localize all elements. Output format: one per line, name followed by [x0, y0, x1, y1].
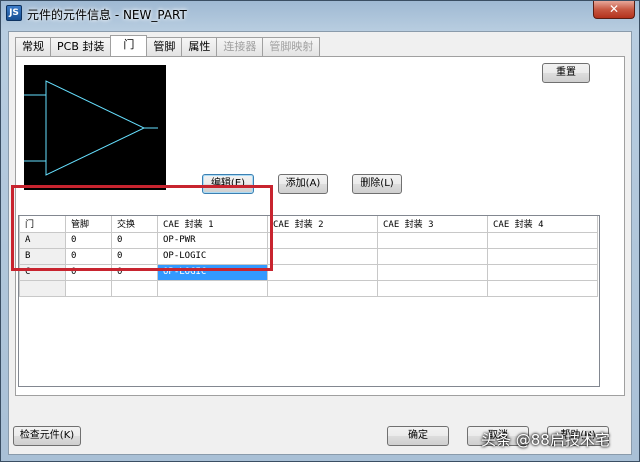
grid-header-row: 门 管脚 交换 CAE 封装 1 CAE 封装 2 CAE 封装 3 CAE 封…	[19, 216, 598, 233]
cae-decal-4-cell[interactable]	[487, 247, 598, 265]
cae-decal-1-cell[interactable]: OP-LOGIC	[157, 247, 268, 265]
cae-decal-2-cell[interactable]	[267, 247, 378, 265]
dialog-client: 常规 PCB 封装 门 管脚 属性 连接器 管脚映射 重置 编辑(E) 添加(A…	[8, 31, 632, 455]
swap-cell[interactable]: 0	[111, 263, 158, 281]
cae-decal-3-cell[interactable]	[377, 247, 488, 265]
gate-cell[interactable]: C	[19, 263, 66, 281]
add-button[interactable]: 添加(A)	[278, 174, 328, 194]
gate-cell[interactable]: A	[19, 231, 66, 249]
ok-button[interactable]: 确定	[387, 426, 449, 446]
dialog-window: JS 元件的元件信息 - NEW_PART ✕ 常规 PCB 封装 门 管脚 属…	[0, 0, 640, 462]
tab-pin-mapping: 管脚映射	[262, 37, 321, 56]
delete-button[interactable]: 删除(L)	[352, 174, 402, 194]
cae-decal-4-cell[interactable]	[487, 231, 598, 249]
cae-decal-3-cell[interactable]	[377, 263, 488, 281]
pins-cell[interactable]: 0	[65, 231, 112, 249]
edit-button[interactable]: 编辑(E)	[202, 174, 254, 194]
cae-decal-4-cell[interactable]	[487, 263, 598, 281]
table-row[interactable]: A 0 0 OP-PWR	[19, 231, 598, 249]
pins-cell[interactable]: 0	[65, 263, 112, 281]
app-icon: JS	[6, 5, 22, 21]
table-row[interactable]: B 0 0 OP-LOGIC	[19, 247, 598, 265]
empty-row	[19, 279, 598, 297]
reset-button[interactable]: 重置	[542, 63, 590, 83]
cae-decal-1-cell-selected[interactable]: OP-LOGIC	[157, 263, 268, 281]
tab-strip: 常规 PCB 封装 门 管脚 属性 连接器 管脚映射	[15, 35, 321, 57]
tab-general[interactable]: 常规	[15, 37, 51, 56]
watermark: 头条 @88启技术宅	[481, 431, 610, 449]
gates-panel: 重置 编辑(E) 添加(A) 删除(L) 门 管脚 交换 CAE 封装 1 CA…	[15, 56, 625, 396]
gates-grid: 门 管脚 交换 CAE 封装 1 CAE 封装 2 CAE 封装 3 CAE 封…	[18, 215, 600, 387]
swap-cell[interactable]: 0	[111, 231, 158, 249]
column-header[interactable]: 交换	[111, 216, 158, 233]
column-header[interactable]: 管脚	[65, 216, 112, 233]
tab-pins[interactable]: 管脚	[146, 37, 183, 56]
column-header[interactable]: CAE 封装 4	[487, 216, 598, 233]
opamp-symbol-icon	[24, 80, 158, 176]
cae-decal-3-cell[interactable]	[377, 231, 488, 249]
pins-cell[interactable]: 0	[65, 247, 112, 265]
window-title: 元件的元件信息 - NEW_PART	[27, 8, 187, 22]
tab-attributes[interactable]: 属性	[181, 37, 218, 56]
tab-gates[interactable]: 门	[110, 35, 148, 56]
column-header[interactable]: CAE 封装 2	[267, 216, 378, 233]
gate-preview	[24, 65, 166, 190]
gate-cell[interactable]: B	[19, 247, 66, 265]
tab-pcb-footprint[interactable]: PCB 封装	[50, 37, 112, 56]
title-bar[interactable]: JS 元件的元件信息 - NEW_PART ✕	[1, 1, 639, 27]
cae-decal-2-cell[interactable]	[267, 263, 378, 281]
swap-cell[interactable]: 0	[111, 247, 158, 265]
cae-decal-1-cell[interactable]: OP-PWR	[157, 231, 268, 249]
column-header[interactable]: 门	[19, 216, 66, 233]
tab-connector: 连接器	[216, 37, 264, 56]
cae-decal-2-cell[interactable]	[267, 231, 378, 249]
table-row[interactable]: C 0 0 OP-LOGIC	[19, 263, 598, 281]
column-header[interactable]: CAE 封装 3	[377, 216, 488, 233]
close-icon[interactable]: ✕	[593, 1, 635, 19]
check-part-button[interactable]: 检查元件(K)	[13, 426, 81, 446]
column-header[interactable]: CAE 封装 1	[157, 216, 268, 233]
